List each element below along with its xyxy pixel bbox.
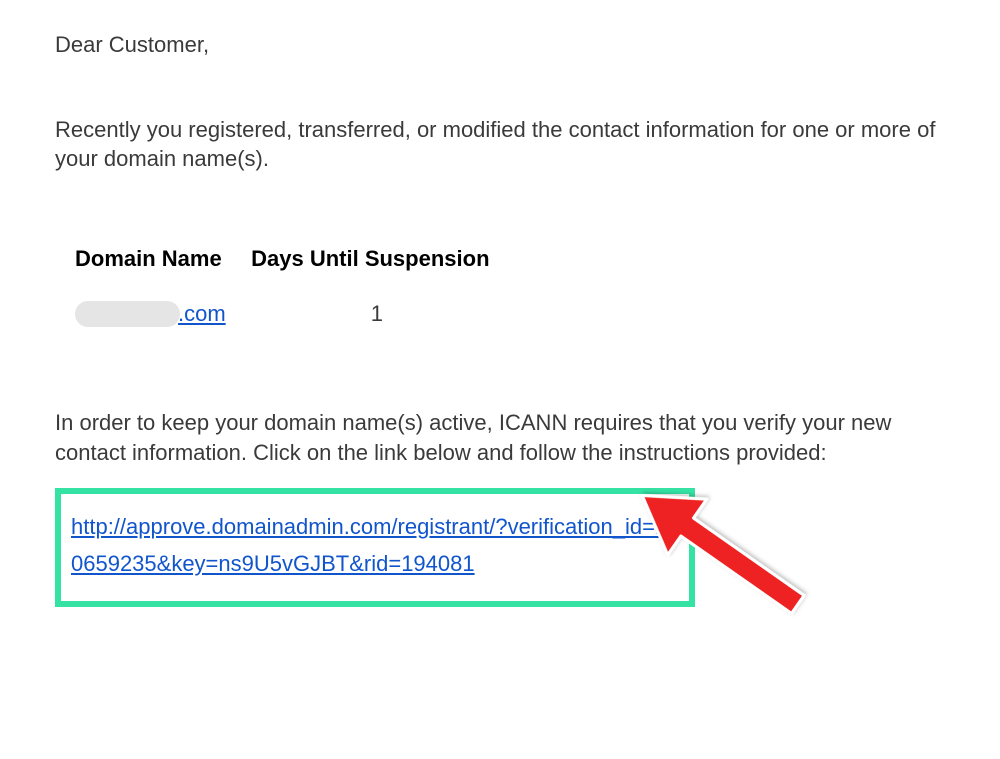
table-header-row: Domain Name Days Until Suspension [75,244,945,274]
days-value: 1 [371,299,383,329]
header-domain-name: Domain Name [75,244,245,274]
table-row: .com 1 [75,299,945,329]
domain-table: Domain Name Days Until Suspension .com 1 [75,244,945,328]
highlight-box: http://approve.domainadmin.com/registran… [55,488,695,607]
domain-link[interactable]: .com [178,299,226,329]
intro-text: Recently you registered, transferred, or… [55,115,945,174]
instruction-text: In order to keep your domain name(s) act… [55,408,945,467]
header-days-suspension: Days Until Suspension [251,244,489,274]
verification-link[interactable]: http://approve.domainadmin.com/registran… [71,514,667,576]
greeting-text: Dear Customer, [55,30,945,60]
redacted-domain-prefix [75,301,180,327]
